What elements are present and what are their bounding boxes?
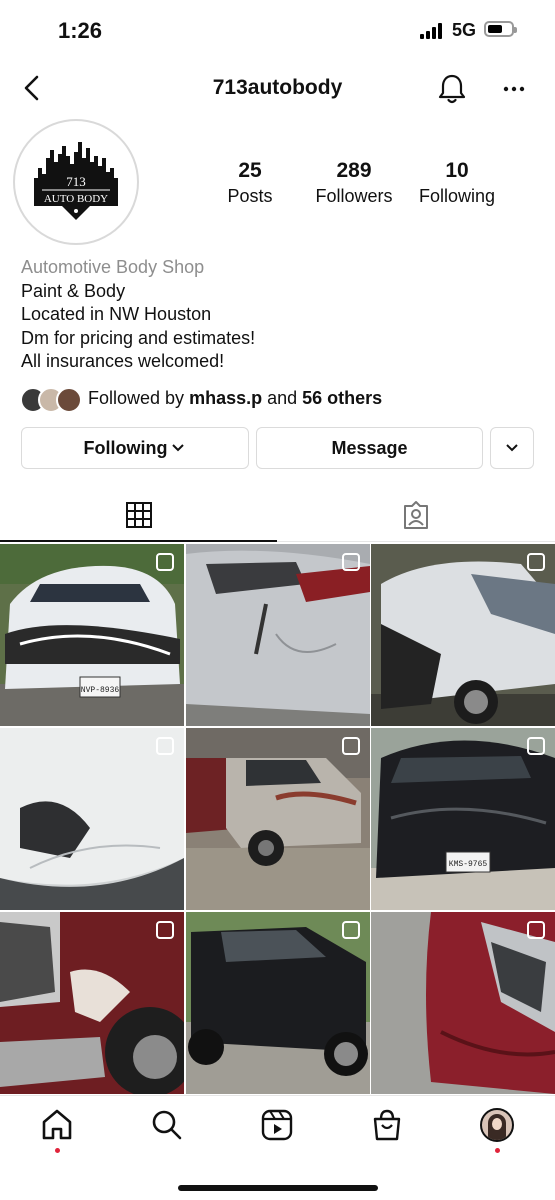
multiple-photos-icon — [342, 737, 360, 755]
posts-count: 25 — [238, 159, 262, 182]
chevron-down-icon — [172, 444, 185, 452]
followers-count: 289 — [336, 159, 372, 182]
home-icon[interactable] — [40, 1108, 74, 1142]
followed-by-text: Followed by mhass.p and 56 others — [88, 388, 383, 408]
signal-icon — [420, 23, 446, 39]
posts-stat[interactable]: 25 Posts — [200, 158, 300, 208]
mutual-follower-username[interactable]: mhass.p — [189, 388, 262, 408]
profile-notification-dot — [495, 1148, 500, 1153]
followers-label: Followers — [315, 186, 393, 206]
message-button-label: Message — [331, 437, 408, 458]
following-button[interactable]: Following — [21, 427, 249, 469]
shop-icon[interactable] — [370, 1108, 404, 1142]
post-thumbnail[interactable] — [371, 544, 555, 726]
post-thumbnail[interactable]: KMS-9765 — [371, 728, 555, 910]
multiple-photos-icon — [156, 921, 174, 939]
posts-label: Posts — [227, 186, 273, 206]
multiple-photos-icon — [527, 553, 545, 571]
status-time: 1:26 — [58, 18, 103, 43]
status-bar: 1:26 5G — [0, 0, 555, 62]
following-stat[interactable]: 10 Following — [407, 158, 507, 208]
post-thumbnail[interactable] — [371, 912, 555, 1094]
suggested-accounts-button[interactable] — [490, 427, 534, 469]
search-icon[interactable] — [150, 1108, 184, 1142]
following-label: Following — [418, 186, 496, 206]
home-notification-dot — [55, 1148, 60, 1153]
posts-grid: NVP-8936 KMS-9765 — [0, 544, 555, 1094]
grid-icon[interactable] — [124, 500, 154, 530]
profile-tab-avatar[interactable] — [480, 1108, 514, 1142]
chevron-down-icon — [506, 444, 518, 452]
bio-category: Automotive Body Shop — [21, 257, 205, 277]
bio-line: Located in NW Houston — [21, 304, 212, 324]
multiple-photos-icon — [156, 737, 174, 755]
svg-text:NVP-8936: NVP-8936 — [81, 686, 120, 695]
followed-by[interactable]: Followed by mhass.p and 56 others — [20, 386, 540, 413]
profile-username: 713autobody — [212, 76, 343, 99]
more-options-icon[interactable] — [498, 74, 530, 104]
profile-avatar[interactable]: 713 AUTO BODY — [13, 119, 139, 245]
bio-line: Dm for pricing and estimates! — [21, 327, 256, 348]
bio-line: Paint & Body — [21, 280, 126, 301]
avatar — [56, 387, 82, 413]
message-button[interactable]: Message — [256, 427, 483, 469]
active-tab-indicator — [0, 540, 277, 542]
post-thumbnail[interactable]: NVP-8936 — [0, 544, 184, 726]
shop-logo: 713 AUTO BODY — [22, 128, 130, 236]
multiple-photos-icon — [527, 737, 545, 755]
following-count: 10 — [445, 159, 469, 182]
post-thumbnail[interactable] — [0, 912, 184, 1094]
mutual-follower-avatars — [20, 386, 82, 413]
battery-icon — [484, 21, 517, 37]
multiple-photos-icon — [342, 553, 360, 571]
post-thumbnail[interactable] — [186, 912, 370, 1094]
multiple-photos-icon — [156, 553, 174, 571]
mutual-others-count[interactable]: 56 others — [302, 388, 382, 408]
notification-bell-icon[interactable] — [436, 72, 468, 106]
profile-stats: 25 Posts 289 Followers 10 Following — [200, 158, 520, 218]
post-thumbnail[interactable] — [0, 728, 184, 910]
bio-line: All insurances welcomed! — [21, 351, 225, 371]
tagged-photos-icon[interactable] — [401, 500, 431, 530]
network-label: 5G — [452, 20, 477, 40]
logo-text-autobody: AUTO BODY — [44, 193, 108, 205]
followers-stat[interactable]: 289 Followers — [304, 158, 404, 208]
following-button-label: Following — [83, 437, 168, 458]
multiple-photos-icon — [342, 921, 360, 939]
post-thumbnail[interactable] — [186, 544, 370, 726]
profile-bio: Automotive Body Shop Paint & Body Locate… — [21, 256, 541, 374]
profile-tabs — [0, 490, 555, 542]
svg-text:KMS-9765: KMS-9765 — [449, 860, 488, 869]
reels-icon[interactable] — [260, 1108, 294, 1142]
multiple-photos-icon — [527, 921, 545, 939]
post-thumbnail[interactable] — [186, 728, 370, 910]
logo-text-713: 713 — [66, 174, 86, 189]
home-indicator — [178, 1185, 378, 1191]
profile-header: 713autobody — [0, 66, 555, 112]
